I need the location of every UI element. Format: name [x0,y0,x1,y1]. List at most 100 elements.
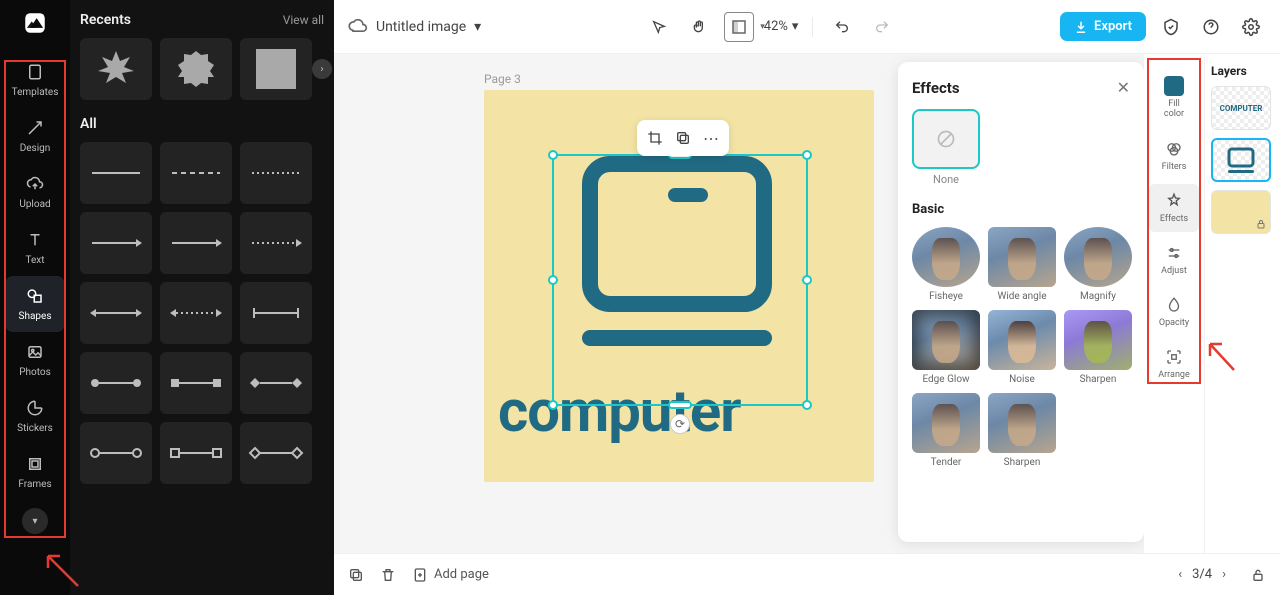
effect-label: Wide angle [997,291,1046,302]
context-toolbar: ⋯ [637,120,729,156]
delete-page-button[interactable] [380,567,396,583]
prop-adjust[interactable]: Adjust [1149,236,1199,284]
hand-tool[interactable] [684,12,714,42]
add-page-button[interactable]: Add page [412,567,489,583]
resize-handle-bl[interactable] [548,400,558,410]
rotate-handle[interactable]: ⟳ [670,414,690,434]
more-button[interactable]: ⋯ [699,126,723,150]
prop-opacity[interactable]: Opacity [1149,288,1199,336]
nav-label: Stickers [17,423,53,434]
effect-sharpen-2[interactable]: Sharpen [988,393,1056,468]
nav-stickers[interactable]: Stickers [5,388,65,444]
shape-arrow-double[interactable] [80,282,152,344]
shape-line-dashed[interactable] [160,142,232,204]
recent-shape-square[interactable] [240,38,312,100]
topbar: Untitled image ▾ ▾ 42%▾ Export [334,0,1280,54]
layer-text[interactable]: COMPUTER [1211,86,1271,130]
effect-none[interactable] [912,109,980,169]
close-effects-button[interactable]: ✕ [1117,78,1130,97]
effect-label: Magnify [1080,291,1116,302]
shapes-icon [25,286,45,306]
nav-label: Upload [19,199,50,210]
nav-label: Templates [12,87,59,98]
shape-arrow-right-alt[interactable] [160,212,232,274]
effect-noise[interactable]: Noise [988,310,1056,385]
nav-shapes[interactable]: Shapes [5,276,65,332]
shape-arrow-dotted[interactable] [240,212,312,274]
lock-icon [1255,218,1267,230]
effect-tender[interactable]: Tender [912,393,980,468]
next-page-button[interactable]: › [1222,567,1226,582]
resize-handle-tr[interactable] [802,150,812,160]
shape-line-square-outline[interactable] [160,422,232,484]
view-all-link[interactable]: View all [283,13,324,27]
shape-line-caps[interactable] [240,282,312,344]
layer-computer-icon[interactable] [1211,138,1271,182]
settings-button[interactable] [1236,12,1266,42]
pointer-tool[interactable] [644,12,674,42]
selection-bbox[interactable]: ⟳ [552,154,808,406]
prop-fill-color[interactable]: Fill color [1149,68,1199,128]
resize-handle-mr[interactable] [802,275,812,285]
shape-line-dotted[interactable] [240,142,312,204]
shape-arrow-double-dotted[interactable] [160,282,232,344]
canvas[interactable]: Page 3 computer [334,54,1144,553]
resize-handle-bc[interactable] [668,401,692,409]
recent-shape-burst[interactable] [80,38,152,100]
duplicate-page-button[interactable] [348,567,364,583]
crop-button[interactable] [643,126,667,150]
filters-icon [1165,140,1183,158]
redo-button[interactable] [867,12,897,42]
prop-filters[interactable]: Filters [1149,132,1199,180]
shape-line-circle-ends[interactable] [80,352,152,414]
shape-line-square-ends[interactable] [160,352,232,414]
recent-shape-gear[interactable] [160,38,232,100]
bottombar: Add page ‹ 3/4 › [334,553,1280,595]
shape-arrow-right[interactable] [80,212,152,274]
shape-line-diamond-ends[interactable] [240,352,312,414]
copy-button[interactable] [671,126,695,150]
download-icon [1074,20,1088,34]
prop-effects[interactable]: Effects [1149,184,1199,232]
resize-handle-br[interactable] [802,400,812,410]
nav-label: Shapes [19,311,52,322]
resize-handle-ml[interactable] [548,275,558,285]
frames-icon [25,454,45,474]
zoom-value: 42% [764,19,788,34]
effect-label: Fisheye [929,291,963,302]
effect-edge-glow[interactable]: Edge Glow [912,310,980,385]
add-page-label: Add page [434,567,489,582]
recents-next[interactable]: › [312,59,332,79]
export-label: Export [1094,19,1132,34]
adjust-icon [1165,244,1183,262]
effect-wide-angle[interactable]: Wide angle [988,227,1056,302]
zoom-dropdown[interactable]: 42%▾ [764,19,799,34]
undo-button[interactable] [827,12,857,42]
shield-button[interactable] [1156,12,1186,42]
artboard-size-button[interactable]: ▾ [724,12,754,42]
app-logo[interactable] [20,8,50,38]
export-button[interactable]: Export [1060,12,1146,41]
shape-line-solid[interactable] [80,142,152,204]
nav-upload[interactable]: Upload [5,164,65,220]
prop-label: Arrange [1158,370,1190,380]
nav-more[interactable]: ▾ [22,508,48,534]
nav-text[interactable]: Text [5,220,65,276]
shape-line-circle-outline[interactable] [80,422,152,484]
nav-frames[interactable]: Frames [5,444,65,500]
resize-handle-tl[interactable] [548,150,558,160]
effect-magnify[interactable]: Magnify [1064,227,1132,302]
layer-background[interactable] [1211,190,1271,234]
prev-page-button[interactable]: ‹ [1178,567,1182,582]
effect-sharpen[interactable]: Sharpen [1064,310,1132,385]
nav-templates[interactable]: Templates [5,52,65,108]
prop-arrange[interactable]: Arrange [1149,340,1199,388]
doc-title[interactable]: Untitled image ▾ [348,17,481,37]
shape-line-diamond-outline[interactable] [240,422,312,484]
nav-design[interactable]: Design [5,108,65,164]
annotation-arrow-nav [40,548,80,588]
help-button[interactable] [1196,12,1226,42]
effect-fisheye[interactable]: Fisheye [912,227,980,302]
lock-toggle-button[interactable] [1250,567,1266,583]
nav-photos[interactable]: Photos [5,332,65,388]
